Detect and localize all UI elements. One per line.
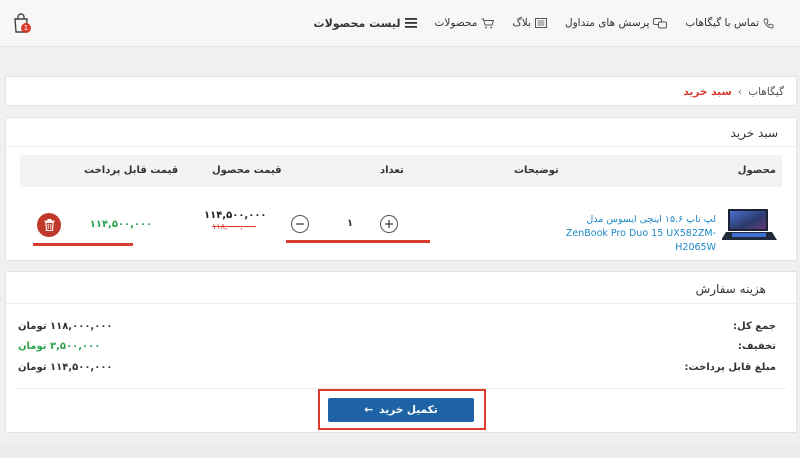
cart-table-header: محصول توضیحات تعداد قیمت محصول قیمت قابل… xyxy=(20,155,782,187)
divider xyxy=(6,303,796,304)
quantity-highlight xyxy=(286,240,430,243)
remove-item-button[interactable] xyxy=(37,213,61,237)
checkout-button[interactable]: تکمیل خرید ← xyxy=(328,398,474,422)
minus-icon xyxy=(296,223,304,225)
quantity-value: ۱ xyxy=(346,218,354,229)
product-thumbnail[interactable] xyxy=(722,208,778,244)
breadcrumb-bar: گیگاهاب ‹ سبد خرید xyxy=(5,76,797,106)
breadcrumb-separator: ‹ xyxy=(737,85,743,98)
quantity-increase-button[interactable] xyxy=(380,215,398,233)
nav-contact-label: تماس با گیگاهاب xyxy=(685,17,759,29)
nav-blog-label: بلاگ xyxy=(512,17,531,29)
discount-value: ۳,۵۰۰,۰۰۰ تومان xyxy=(18,341,101,352)
nav-products[interactable]: محصولات xyxy=(435,17,495,29)
nav-products-label: محصولات xyxy=(434,17,478,29)
discount-label: تخفیف: xyxy=(737,341,776,352)
breadcrumb-home-link[interactable]: گیگاهاب xyxy=(748,86,784,98)
product-name-link[interactable]: لپ تاپ ۱۵.۶ اینچی ایسوس مدل ZenBook Pro … xyxy=(546,213,716,255)
total-value: ۱۱۸,۰۰۰,۰۰۰ تومان xyxy=(18,321,113,332)
breadcrumb-current: سبد خرید xyxy=(683,85,732,98)
blog-icon xyxy=(534,18,547,28)
nav-blog[interactable]: بلاگ xyxy=(512,17,547,29)
cart-panel: سبد خرید محصول توضیحات تعداد قیمت محصول … xyxy=(5,117,797,261)
cart-icon xyxy=(481,18,495,28)
nav-contact[interactable]: تماس با گیگاهاب xyxy=(685,17,774,29)
payable-amount-value: ۱۱۴,۵۰۰,۰۰۰ تومان xyxy=(18,362,113,373)
cart-title: سبد خرید xyxy=(730,126,778,140)
trash-icon xyxy=(44,219,54,231)
hamburger-icon xyxy=(404,18,417,28)
order-summary-title: هزینه سفارش xyxy=(695,282,766,296)
faq-icon xyxy=(653,17,668,28)
column-description: توضیحات xyxy=(514,165,559,176)
column-price: قیمت محصول xyxy=(212,165,282,176)
order-summary-panel: هزینه سفارش جمع کل: ۱۱۸,۰۰۰,۰۰۰ تومان تخ… xyxy=(5,271,797,433)
nav-products-list-label: لیست محصولات xyxy=(313,16,401,30)
payable-price: ۱۱۴,۵۰۰,۰۰۰ xyxy=(89,219,153,230)
payable-amount-label: مبلغ قابل پرداخت: xyxy=(684,362,776,373)
nav-faq-label: پرسش های متداول xyxy=(564,17,650,29)
quantity-decrease-button[interactable] xyxy=(291,215,309,233)
product-old-price: ۱۱۸,۰۰۰,۰۰۰ xyxy=(212,222,256,231)
nav-products-list[interactable]: لیست محصولات xyxy=(314,17,417,30)
plus-icon xyxy=(385,220,393,228)
arrow-left-icon: ← xyxy=(364,404,374,416)
main-nav: لیست محصولات محصولات بلاگ پرسش های متداو… xyxy=(314,14,774,32)
page-footer-edge xyxy=(0,446,800,458)
divider xyxy=(6,146,796,147)
nav-faq[interactable]: پرسش های متداول xyxy=(564,17,668,29)
payable-highlight xyxy=(33,243,133,246)
cart-count-badge: 1 xyxy=(21,23,31,33)
top-navigation-bar: 1 لیست محصولات محصولات بلاگ پرسش های متد… xyxy=(0,0,800,47)
product-price: ۱۱۴,۵۰۰,۰۰۰ xyxy=(204,210,267,221)
column-product: محصول xyxy=(737,165,776,176)
phone-icon xyxy=(763,18,774,28)
column-payable: قیمت قابل پرداخت xyxy=(84,165,179,176)
column-quantity: تعداد xyxy=(380,165,404,176)
breadcrumb: گیگاهاب ‹ سبد خرید xyxy=(683,85,784,98)
checkout-button-label: تکمیل خرید xyxy=(379,404,438,416)
total-label: جمع کل: xyxy=(733,321,776,332)
